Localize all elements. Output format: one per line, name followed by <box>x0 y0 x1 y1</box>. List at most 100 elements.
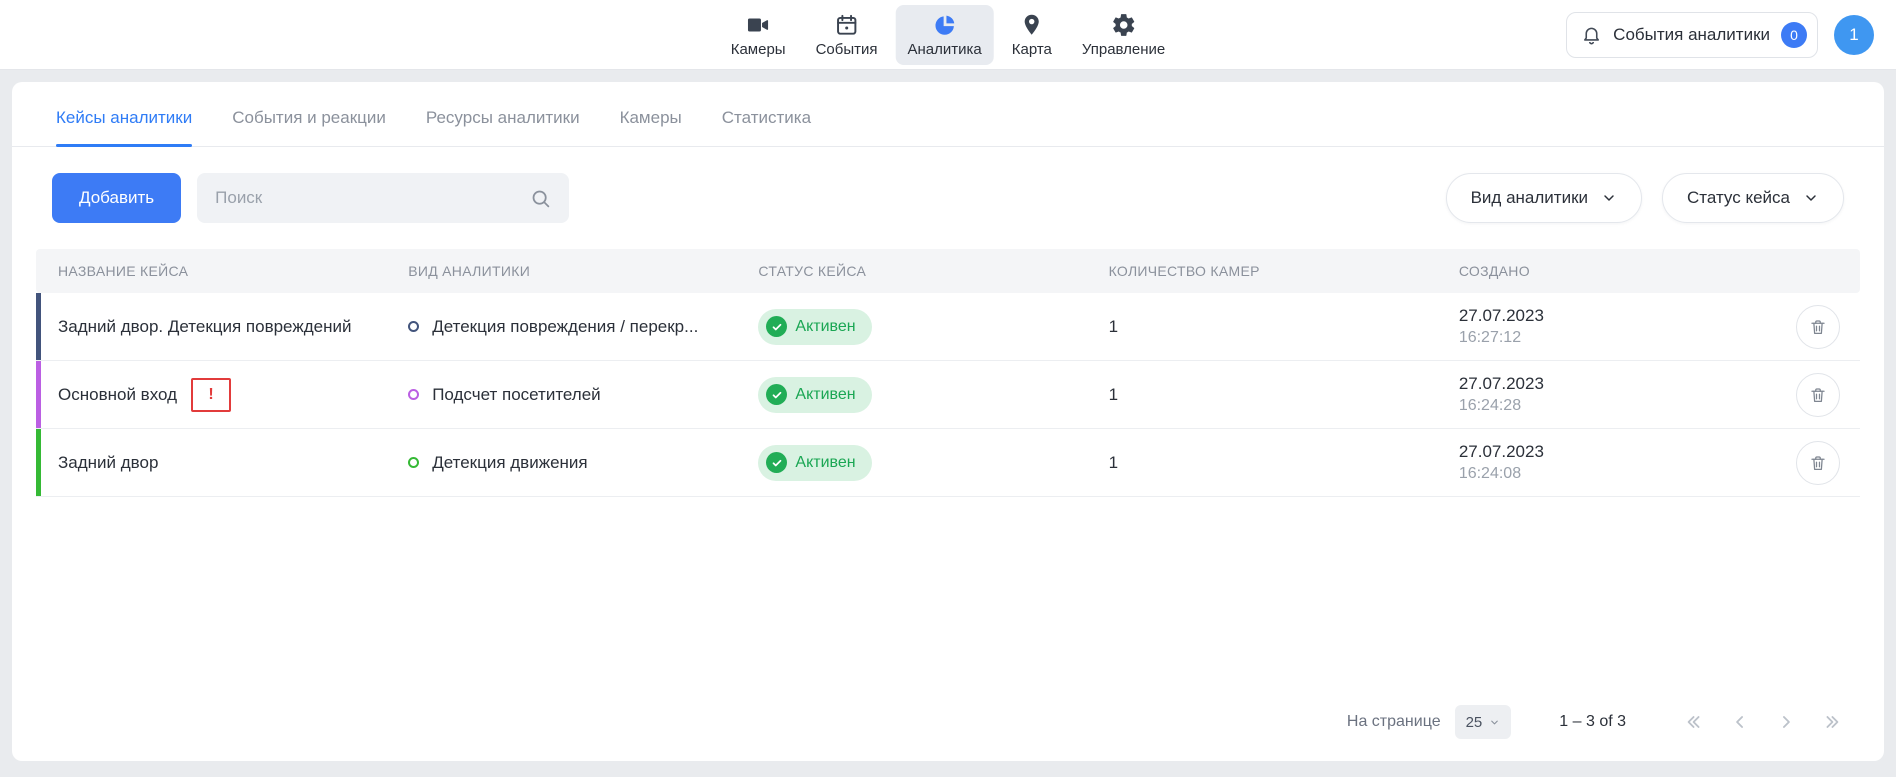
case-status-filter[interactable]: Статус кейса <box>1662 173 1844 223</box>
tab-statistics[interactable]: Статистика <box>722 108 811 146</box>
topbar-right: События аналитики 0 1 <box>1566 0 1874 69</box>
actions-cell <box>1776 305 1860 349</box>
analytics-type: Детекция движения <box>432 453 587 473</box>
created-cell: 27.07.2023 16:24:28 <box>1437 374 1776 415</box>
user-avatar[interactable]: 1 <box>1834 15 1874 55</box>
nav-events[interactable]: События <box>804 5 890 65</box>
created-date: 27.07.2023 <box>1459 306 1776 326</box>
first-page-button[interactable] <box>1684 712 1704 732</box>
table-header-row: НАЗВАНИЕ КЕЙСА ВИД АНАЛИТИКИ СТАТУС КЕЙС… <box>36 249 1860 293</box>
filters: Вид аналитики Статус кейса <box>1446 173 1844 223</box>
analytics-type-dot-icon <box>408 389 419 400</box>
table-row[interactable]: Основной вход ! Подсчет посетителей Акти… <box>36 361 1860 429</box>
case-name-cell: Задний двор. Детекция повреждений <box>36 317 386 337</box>
analytics-type: Подсчет посетителей <box>432 385 600 405</box>
case-name: Задний двор <box>58 453 158 473</box>
delete-case-button[interactable] <box>1796 441 1840 485</box>
per-page-select[interactable]: 25 <box>1455 705 1512 739</box>
nav-analytics[interactable]: Аналитика <box>896 5 994 65</box>
created-date: 27.07.2023 <box>1459 442 1776 462</box>
case-name: Задний двор. Детекция повреждений <box>58 317 351 337</box>
pager-controls <box>1684 712 1842 732</box>
created-time: 16:24:28 <box>1459 397 1776 415</box>
case-name: Основной вход <box>58 385 177 405</box>
cases-table: НАЗВАНИЕ КЕЙСА ВИД АНАЛИТИКИ СТАТУС КЕЙС… <box>36 249 1860 497</box>
bell-icon <box>1581 24 1602 45</box>
nav-label: Карта <box>1012 41 1052 58</box>
check-circle-icon <box>766 316 787 337</box>
chevron-down-icon <box>1803 190 1819 206</box>
nav-label: Аналитика <box>908 41 982 58</box>
gear-icon <box>1111 12 1137 38</box>
nav-label: Управление <box>1082 41 1165 58</box>
main-nav: Камеры События Аналитика Карта Управлени <box>719 0 1178 69</box>
analytics-type: Детекция повреждения / перекр... <box>432 317 698 337</box>
tab-analytics-resources[interactable]: Ресурсы аналитики <box>426 108 580 146</box>
status-badge: Активен <box>758 309 871 345</box>
created-cell: 27.07.2023 16:24:08 <box>1437 442 1776 483</box>
next-page-button[interactable] <box>1776 712 1796 732</box>
tab-analytics-cases[interactable]: Кейсы аналитики <box>56 108 192 146</box>
tab-events-reactions[interactable]: События и реакции <box>232 108 386 146</box>
analytics-pie-icon <box>932 12 958 38</box>
prev-page-button[interactable] <box>1730 712 1750 732</box>
delete-case-button[interactable] <box>1796 305 1840 349</box>
topbar: Камеры События Аналитика Карта Управлени <box>0 0 1896 70</box>
nav-label: События <box>816 41 878 58</box>
toolbar: Добавить Вид аналитики Статус кейса <box>12 147 1884 223</box>
created-time: 16:24:08 <box>1459 465 1776 483</box>
camera-icon <box>745 12 771 38</box>
events-calendar-icon <box>834 12 860 38</box>
delete-case-button[interactable] <box>1796 373 1840 417</box>
check-circle-icon <box>766 384 787 405</box>
analytics-type-dot-icon <box>408 321 419 332</box>
table-row[interactable]: Задний двор. Детекция повреждений Детекц… <box>36 293 1860 361</box>
case-name-cell: Задний двор <box>36 453 386 473</box>
nav-label: Камеры <box>731 41 786 58</box>
chevron-down-icon <box>1601 190 1617 206</box>
add-case-button[interactable]: Добавить <box>52 173 181 223</box>
analytics-type-filter-label: Вид аналитики <box>1471 188 1588 208</box>
created-cell: 27.07.2023 16:27:12 <box>1437 306 1776 347</box>
nav-map[interactable]: Карта <box>1000 5 1064 65</box>
analytics-card: Кейсы аналитики События и реакции Ресурс… <box>12 82 1884 761</box>
tab-cameras[interactable]: Камеры <box>620 108 682 146</box>
search-input[interactable] <box>215 188 530 208</box>
nav-management[interactable]: Управление <box>1070 5 1177 65</box>
col-header-case-status: СТАТУС КЕЙСА <box>736 263 1086 279</box>
search-icon <box>530 188 551 209</box>
col-header-camera-count: КОЛИЧЕСТВО КАМЕР <box>1087 263 1437 279</box>
check-circle-icon <box>766 452 787 473</box>
page-range: 1 – 3 of 3 <box>1559 713 1626 731</box>
actions-cell <box>1776 373 1860 417</box>
camera-count: 1 <box>1087 317 1437 337</box>
analytics-type-filter[interactable]: Вид аналитики <box>1446 173 1642 223</box>
status-text: Активен <box>795 386 855 404</box>
analytics-events-label: События аналитики <box>1613 25 1770 45</box>
status-text: Активен <box>795 318 855 336</box>
analytics-tabs: Кейсы аналитики События и реакции Ресурс… <box>12 82 1884 147</box>
camera-count: 1 <box>1087 385 1437 405</box>
status-badge: Активен <box>758 445 871 481</box>
case-status-cell: Активен <box>736 377 1086 413</box>
analytics-type-dot-icon <box>408 457 419 468</box>
camera-count: 1 <box>1087 453 1437 473</box>
case-status-cell: Активен <box>736 309 1086 345</box>
error-alert-indicator[interactable]: ! <box>191 378 231 412</box>
case-status-cell: Активен <box>736 445 1086 481</box>
last-page-button[interactable] <box>1822 712 1842 732</box>
case-name-cell: Основной вход ! <box>36 378 386 412</box>
table-row[interactable]: Задний двор Детекция движения Активен 1 … <box>36 429 1860 497</box>
actions-cell <box>1776 441 1860 485</box>
created-date: 27.07.2023 <box>1459 374 1776 394</box>
case-status-filter-label: Статус кейса <box>1687 188 1790 208</box>
analytics-events-button[interactable]: События аналитики 0 <box>1566 12 1818 58</box>
events-count-badge: 0 <box>1781 22 1807 48</box>
analytics-type-cell: Детекция повреждения / перекр... <box>386 317 736 337</box>
col-header-case-name: НАЗВАНИЕ КЕЙСА <box>36 263 386 279</box>
nav-cameras[interactable]: Камеры <box>719 5 798 65</box>
per-page-value: 25 <box>1466 714 1483 731</box>
map-pin-icon <box>1019 12 1045 38</box>
col-header-analytics-type: ВИД АНАЛИТИКИ <box>386 263 736 279</box>
pagination: На странице 25 1 – 3 of 3 <box>12 705 1884 761</box>
